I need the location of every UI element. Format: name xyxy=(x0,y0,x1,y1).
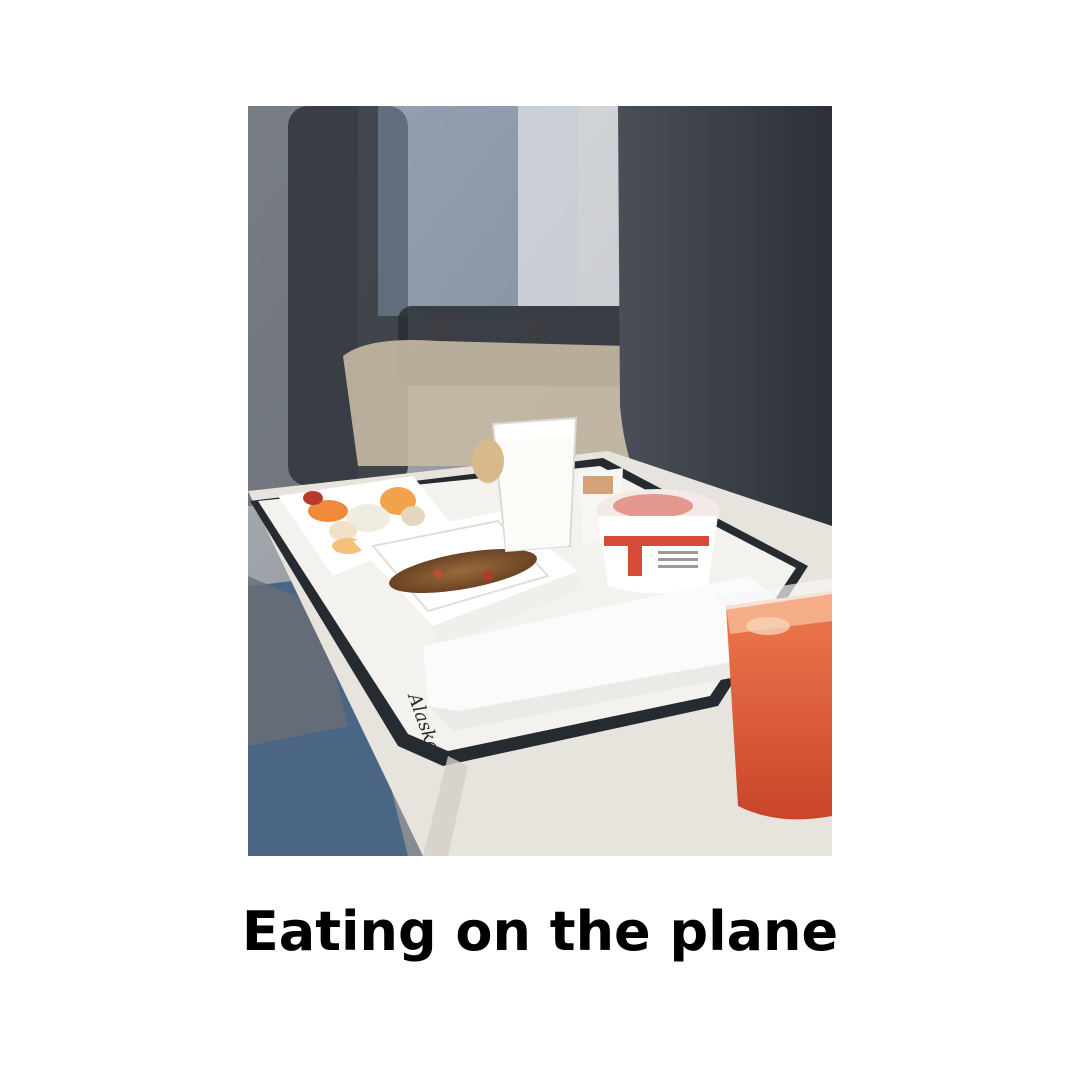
airplane-meal-photo: Alaska xyxy=(248,106,832,856)
meal-tray-illustration: Alaska xyxy=(248,106,832,856)
yogurt-cup xyxy=(598,516,718,594)
caption-title: Eating on the plane xyxy=(241,900,839,963)
bread-roll xyxy=(472,439,504,483)
